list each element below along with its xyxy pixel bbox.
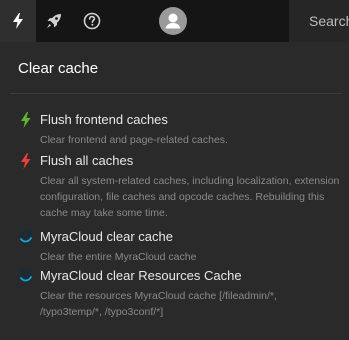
item-description: Clear all system-related caches, includi… bbox=[40, 175, 340, 219]
flush-all-caches-item[interactable]: Flush all caches Clear all system-relate… bbox=[18, 153, 340, 223]
lightning-green-icon bbox=[21, 112, 31, 128]
flush-cache-toolbar-button[interactable] bbox=[0, 0, 36, 42]
myracloud-icon bbox=[20, 229, 32, 245]
help-icon bbox=[83, 12, 101, 30]
item-title: MyraCloud clear cache bbox=[40, 229, 173, 244]
item-title: MyraCloud clear Resources Cache bbox=[40, 268, 242, 283]
flush-frontend-caches-item[interactable]: Flush frontend caches Clear frontend and… bbox=[18, 112, 340, 148]
item-description: Clear the resources MyraCloud cache [/fi… bbox=[40, 290, 277, 318]
flash-icon bbox=[13, 13, 23, 29]
item-title: Flush frontend caches bbox=[40, 112, 168, 127]
myracloud-icon bbox=[20, 268, 32, 284]
clear-cache-dropdown: Clear cache Flush frontend caches Clear … bbox=[0, 42, 349, 340]
dropdown-title: Clear cache bbox=[18, 60, 99, 77]
rocket-toolbar-button[interactable] bbox=[36, 0, 72, 42]
user-menu-button[interactable] bbox=[155, 0, 191, 42]
lightning-red-icon bbox=[21, 153, 31, 169]
rocket-icon bbox=[47, 14, 61, 28]
item-title: Flush all caches bbox=[40, 153, 134, 168]
myracloud-clear-cache-item[interactable]: MyraCloud clear cache Clear the entire M… bbox=[18, 229, 340, 265]
myracloud-clear-resources-cache-item[interactable]: MyraCloud clear Resources Cache Clear th… bbox=[18, 268, 340, 320]
item-description: Clear the entire MyraCloud cache bbox=[40, 251, 197, 263]
divider bbox=[10, 93, 343, 94]
top-toolbar bbox=[0, 0, 349, 42]
search-box[interactable] bbox=[289, 0, 349, 42]
help-toolbar-button[interactable] bbox=[74, 0, 110, 42]
search-input[interactable] bbox=[309, 13, 349, 29]
avatar bbox=[159, 7, 187, 35]
item-description: Clear frontend and page-related caches. bbox=[40, 134, 228, 146]
